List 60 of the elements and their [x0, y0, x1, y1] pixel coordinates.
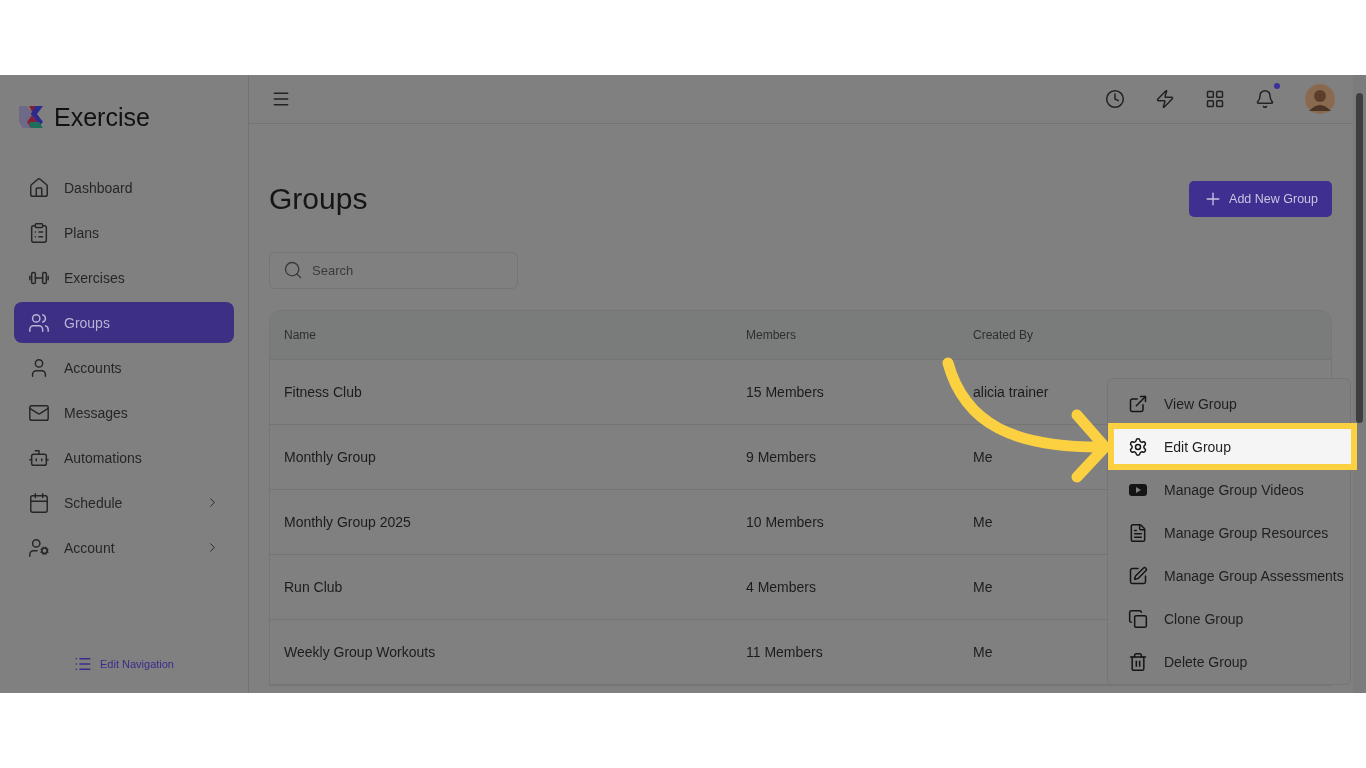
table-cell-text: 15 Members	[746, 384, 825, 400]
search-field[interactable]: Search	[269, 252, 518, 289]
sidebar-item[interactable]: Dashboard	[14, 167, 234, 208]
table-cell-text: Me	[973, 514, 994, 530]
add-group-button[interactable]: Add New Group	[1189, 180, 1332, 217]
table-cell-text: Monthly Group	[284, 449, 377, 465]
sidebar-item[interactable]: Plans	[14, 212, 234, 253]
sidebar-item[interactable]: Account	[14, 527, 234, 568]
bell-icon[interactable]	[1255, 89, 1275, 109]
table-cell-text: Weekly Group Workouts	[284, 644, 437, 660]
copy-icon	[1128, 608, 1148, 629]
home-icon	[28, 176, 50, 199]
table-cell-text: 10 Members	[746, 514, 825, 530]
sidebar-item[interactable]: Exercises	[14, 257, 234, 298]
table-cell-text: 11 Members	[746, 644, 824, 660]
settings-icon	[1128, 436, 1148, 457]
menu-item[interactable]: Edit Group	[1110, 425, 1355, 468]
clock-icon[interactable]	[1105, 89, 1125, 109]
user-gear-icon	[28, 536, 50, 559]
sidebar-item[interactable]: Automations	[14, 437, 234, 478]
app-name: Exercise	[54, 102, 150, 132]
table-cell-text: Me	[973, 449, 994, 465]
search-icon	[283, 260, 303, 280]
table-cell-text: Run Club	[284, 579, 344, 595]
table-cell-text: Me	[973, 579, 994, 595]
menu-item[interactable]: Manage Group Videos	[1108, 468, 1350, 511]
document-icon	[1128, 522, 1148, 543]
trash-icon	[1128, 651, 1148, 672]
table-cell-text: 9 Members	[746, 449, 818, 465]
menu-item[interactable]: View Group	[1108, 382, 1350, 425]
menu-item[interactable]: Delete Group	[1108, 640, 1350, 683]
table-cell-text: Me	[973, 644, 994, 660]
logo-icon	[17, 103, 45, 131]
list-icon	[74, 655, 92, 673]
sidebar-item[interactable]: Accounts	[14, 347, 234, 388]
grid-icon[interactable]	[1205, 89, 1225, 109]
external-link-icon	[1128, 393, 1148, 414]
scrollbar[interactable]	[1353, 75, 1366, 693]
clipboard-icon	[28, 221, 50, 244]
table-cell-text: Fitness Club	[284, 384, 363, 400]
edit-navigation-link[interactable]: Edit Navigation	[74, 655, 174, 673]
column-header: Created By	[973, 328, 1035, 342]
column-header: Members	[746, 328, 797, 342]
sidebar-item[interactable]: Groups	[14, 302, 234, 343]
column-header: Name	[284, 328, 317, 342]
avatar[interactable]	[1305, 84, 1335, 114]
edit-icon	[1128, 565, 1148, 586]
menu-icon[interactable]	[271, 89, 291, 109]
table-cell-text: alicia trainer	[973, 384, 1050, 400]
sidebar-item[interactable]: Messages	[14, 392, 234, 433]
users-icon	[28, 311, 50, 334]
calendar-icon	[28, 491, 50, 514]
menu-item[interactable]: Manage Group Resources	[1108, 511, 1350, 554]
sidebar-item[interactable]: Schedule	[14, 482, 234, 523]
table-cell-text: Monthly Group 2025	[284, 514, 412, 530]
page-title: Groups	[269, 181, 368, 216]
menu-item[interactable]: Clone Group	[1108, 597, 1350, 640]
lightning-icon[interactable]	[1155, 89, 1175, 109]
menu-item[interactable]: Manage Group Assessments	[1108, 554, 1350, 597]
table-cell-text: 4 Members	[746, 579, 818, 595]
